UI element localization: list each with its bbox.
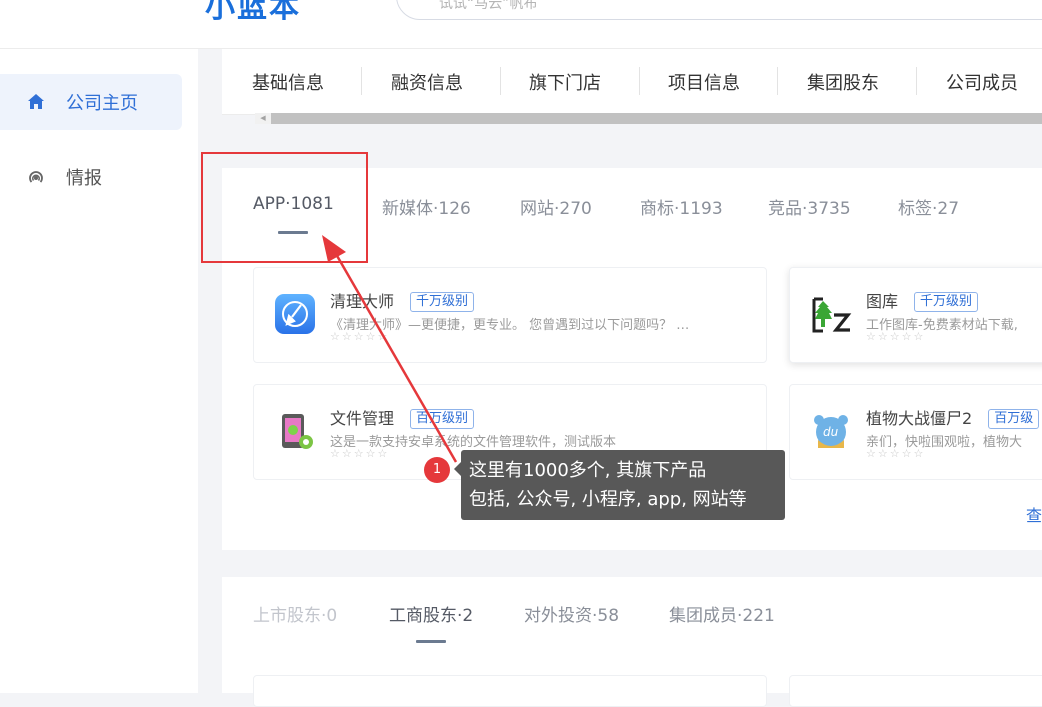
svg-text:du: du — [823, 425, 839, 439]
tab-outbound-investment[interactable]: 对外投资·58 — [524, 601, 619, 626]
divider — [361, 67, 362, 95]
tab-stores[interactable]: 旗下门店 — [529, 69, 601, 95]
tab-group-members[interactable]: 集团成员·221 — [669, 601, 775, 626]
step-badge: 1 — [424, 457, 450, 483]
app-description: 《清理大师》—更便捷，更专业。 您曾遇到过以下问题吗？ … — [330, 318, 690, 333]
annotation-tooltip: 这里有1000多个, 其旗下产品 包括, 公众号, 小程序, app, 网站等 — [454, 450, 785, 520]
download-tier-badge: 千万级别 — [914, 292, 979, 312]
tab-new-media[interactable]: 新媒体·126 — [382, 194, 471, 219]
app-name: 清理大师 千万级别 — [330, 288, 475, 312]
tab-group-shareholders[interactable]: 集团股东 — [807, 69, 879, 95]
app-description: 这是一款支持安卓系统的文件管理软件，测试版本 — [330, 435, 617, 450]
search-input[interactable]: 试试“马云”帆布 — [396, 0, 1042, 20]
download-tier-badge: 百万级别 — [410, 409, 475, 429]
highlight-box — [201, 152, 368, 263]
divider — [639, 67, 640, 95]
search-placeholder: 试试“马云”帆布 — [439, 0, 538, 12]
section-tabs: 基础信息 融资信息 旗下门店 项目信息 集团股东 公司成员 — [222, 49, 1042, 115]
sidebar-item-label: 公司主页 — [66, 93, 138, 114]
tooltip-line: 这里有1000多个, 其旗下产品 — [469, 460, 707, 481]
shareholder-card[interactable] — [253, 675, 767, 707]
download-tier-badge: 千万级别 — [410, 292, 475, 312]
scroll-left-icon[interactable]: ◀ — [255, 113, 271, 124]
app-card[interactable]: 图库 千万级别 工作图库-免费素材站下载, ☆☆☆☆☆ — [789, 267, 1042, 363]
tab-tags[interactable]: 标签·27 — [898, 194, 959, 219]
divider — [500, 67, 501, 95]
tooltip-pointer — [454, 462, 461, 476]
tab-company-members[interactable]: 公司成员 — [946, 69, 1018, 95]
rating-stars: ☆☆☆☆☆ — [330, 330, 390, 343]
view-more-link[interactable]: 查 — [1026, 502, 1042, 526]
app-name: 文件管理 百万级别 — [330, 405, 475, 429]
gallery-app-icon — [811, 294, 852, 334]
rating-stars: ☆☆☆☆☆ — [866, 447, 926, 460]
file-manager-app-icon — [282, 414, 313, 449]
tab-projects[interactable]: 项目信息 — [668, 69, 740, 95]
active-tab-indicator — [416, 640, 446, 643]
shareholder-card[interactable] — [789, 675, 1042, 707]
tab-financing-info[interactable]: 融资信息 — [391, 69, 463, 95]
tab-website[interactable]: 网站·270 — [520, 194, 592, 219]
tab-listed-shareholders: 上市股东·0 — [253, 606, 338, 626]
tooltip-line: 包括, 公众号, 小程序, app, 网站等 — [469, 489, 747, 510]
rating-stars: ☆☆☆☆☆ — [330, 447, 390, 460]
divider — [916, 67, 917, 95]
top-bar: 小蓝本 试试“马云”帆布 — [0, 0, 1042, 49]
home-icon — [28, 94, 44, 109]
app-card[interactable]: du 植物大战僵尸2 百万级 亲们，快啦围观啦，植物大 ☆☆☆☆☆ — [789, 384, 1042, 480]
horizontal-scrollbar[interactable] — [255, 113, 1042, 124]
broom-app-icon — [275, 294, 315, 334]
sidebar: 公司主页 情报 — [0, 49, 198, 693]
game-app-icon: du — [814, 415, 848, 448]
rating-stars: ☆☆☆☆☆ — [866, 330, 926, 343]
tab-trademark[interactable]: 商标·1193 — [640, 194, 723, 219]
tab-competitors[interactable]: 竞品·3735 — [768, 194, 851, 219]
app-name: 图库 千万级别 — [866, 288, 979, 312]
tab-business-shareholders[interactable]: 工商股东·2 — [389, 601, 473, 626]
radar-icon — [29, 171, 43, 183]
sidebar-item-intel[interactable]: 情报 — [0, 149, 182, 205]
divider — [777, 67, 778, 95]
app-card[interactable]: 清理大师 千万级别 《清理大师》—更便捷，更专业。 您曾遇到过以下问题吗？ … ☆… — [253, 267, 767, 363]
sidebar-item-label: 情报 — [66, 168, 102, 189]
app-name: 植物大战僵尸2 百万级 — [866, 405, 1040, 429]
tab-basic-info[interactable]: 基础信息 — [252, 69, 324, 95]
logo[interactable]: 小蓝本 — [205, 0, 301, 26]
download-tier-badge: 百万级 — [988, 409, 1040, 429]
sidebar-item-company-home[interactable]: 公司主页 — [0, 74, 182, 130]
